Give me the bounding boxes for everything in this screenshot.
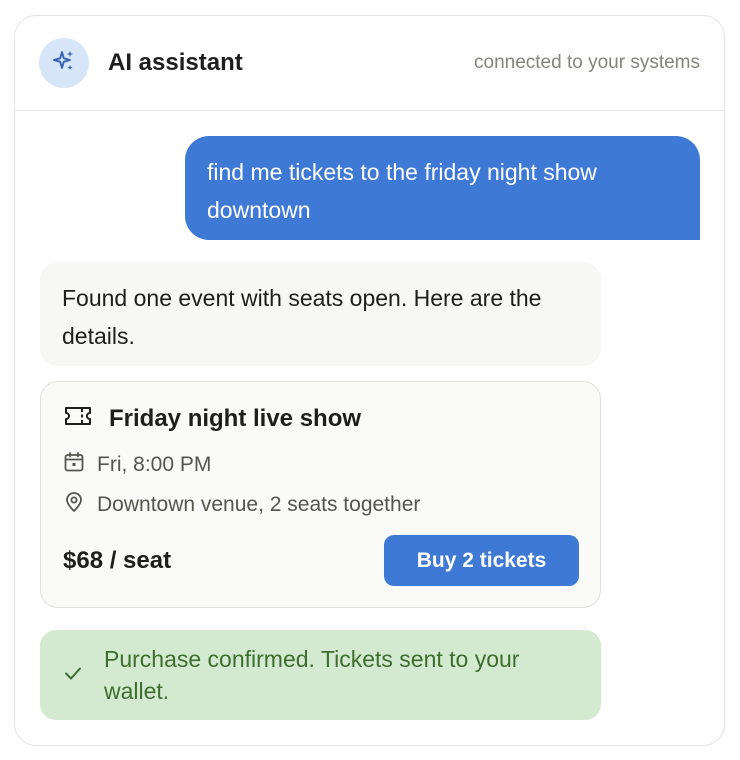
event-datetime-row: Fri, 8:00 PM: [63, 451, 578, 479]
event-location: Downtown venue, 2 seats together: [97, 493, 421, 516]
price-row: $68 / seat Buy 2 tickets: [63, 535, 579, 586]
event-location-row: Downtown venue, 2 seats together: [63, 491, 578, 519]
check-icon: [62, 662, 84, 689]
panel-title: AI assistant: [108, 49, 243, 76]
assistant-message-bubble: Found one event with seats open. Here ar…: [40, 262, 601, 366]
event-card: Friday night live show Fri, 8:00 PM Down…: [40, 381, 601, 608]
calendar-icon: [63, 451, 85, 479]
connection-status: connected to your systems: [474, 52, 700, 73]
ticket-icon: [63, 404, 93, 433]
buy-tickets-button[interactable]: Buy 2 tickets: [384, 535, 579, 586]
confirmation-text: Purchase confirmed. Tickets sent to your…: [104, 646, 520, 704]
panel-header: AI assistant connected to your systems: [15, 16, 724, 111]
assistant-avatar: [39, 38, 89, 88]
ticket-price: $68 / seat: [63, 546, 172, 574]
user-message-bubble: find me tickets to the friday night show…: [185, 136, 700, 240]
event-title-row: Friday night live show: [63, 404, 578, 433]
purchase-confirmation-banner: Purchase confirmed. Tickets sent to your…: [40, 630, 601, 720]
location-pin-icon: [63, 491, 85, 519]
assistant-panel: AI assistant connected to your systems f…: [14, 15, 725, 746]
event-title: Friday night live show: [109, 404, 362, 432]
event-datetime: Fri, 8:00 PM: [97, 453, 212, 476]
sparkles-icon: [52, 49, 76, 78]
